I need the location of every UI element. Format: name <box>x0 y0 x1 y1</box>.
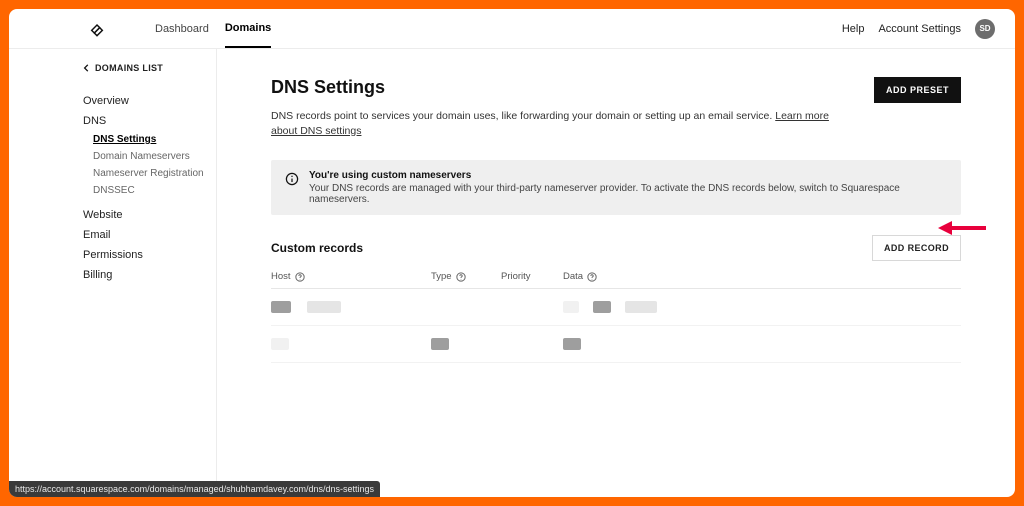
nav-account-settings[interactable]: Account Settings <box>878 23 961 35</box>
top-nav: Dashboard Domains Help Account Settings … <box>9 9 1015 49</box>
nav-help[interactable]: Help <box>842 23 865 35</box>
records-table: Host Type Priority Data <box>271 271 961 363</box>
notice-body: Your DNS records are managed with your t… <box>309 183 947 205</box>
desc-text: DNS records point to services your domai… <box>271 110 775 122</box>
back-to-domains-list[interactable]: DOMAINS LIST <box>83 63 216 73</box>
nav-domains[interactable]: Domains <box>225 9 271 48</box>
col-type-label: Type <box>431 271 452 282</box>
status-url-bar: https://account.squarespace.com/domains/… <box>9 481 380 497</box>
chevron-left-icon <box>83 64 91 72</box>
sidebar-group: Overview DNS DNS Settings Domain Nameser… <box>83 91 216 285</box>
sidebar-item-website[interactable]: Website <box>83 205 216 225</box>
col-host-label: Host <box>271 271 291 282</box>
sidebar-item-nameserver-registration[interactable]: Nameserver Registration <box>93 165 216 182</box>
help-icon[interactable] <box>587 272 597 282</box>
notice-title: You're using custom nameservers <box>309 170 947 181</box>
app-frame: Dashboard Domains Help Account Settings … <box>9 9 1015 497</box>
sidebar-subgroup-dns: DNS Settings Domain Nameservers Nameserv… <box>83 131 216 199</box>
page-title: DNS Settings <box>271 77 385 98</box>
col-host: Host <box>271 271 431 282</box>
annotation-arrow-icon <box>938 218 986 243</box>
col-data-label: Data <box>563 271 583 282</box>
page-description: DNS records point to services your domai… <box>271 109 831 138</box>
notice-text: You're using custom nameservers Your DNS… <box>309 170 947 205</box>
sidebar-item-domain-nameservers[interactable]: Domain Nameservers <box>93 148 216 165</box>
nav-dashboard[interactable]: Dashboard <box>155 9 209 48</box>
back-label: DOMAINS LIST <box>95 63 163 73</box>
nav-right: Help Account Settings SD <box>842 19 995 39</box>
col-priority-label: Priority <box>501 271 531 282</box>
sidebar-item-email[interactable]: Email <box>83 225 216 245</box>
records-table-head: Host Type Priority Data <box>271 271 961 289</box>
nav-left: Dashboard Domains <box>155 9 271 48</box>
info-icon <box>285 172 299 186</box>
table-row[interactable] <box>271 326 961 363</box>
sidebar-item-dns-settings[interactable]: DNS Settings <box>93 131 216 148</box>
logo-icon[interactable] <box>89 21 105 37</box>
table-row[interactable] <box>271 289 961 326</box>
col-priority: Priority <box>501 271 563 282</box>
help-icon[interactable] <box>456 272 466 282</box>
add-preset-button[interactable]: ADD PRESET <box>874 77 961 103</box>
sidebar-item-billing[interactable]: Billing <box>83 265 216 285</box>
sidebar-item-permissions[interactable]: Permissions <box>83 245 216 265</box>
custom-records-header: Custom records ADD RECORD <box>271 235 961 261</box>
col-data: Data <box>563 271 961 282</box>
main-content: DNS Settings ADD PRESET DNS records poin… <box>217 49 1015 497</box>
custom-records-title: Custom records <box>271 241 363 255</box>
custom-nameservers-notice: You're using custom nameservers Your DNS… <box>271 160 961 215</box>
sidebar: DOMAINS LIST Overview DNS DNS Settings D… <box>9 49 217 497</box>
avatar[interactable]: SD <box>975 19 995 39</box>
col-type: Type <box>431 271 501 282</box>
sidebar-item-dnssec[interactable]: DNSSEC <box>93 182 216 199</box>
sidebar-item-dns[interactable]: DNS <box>83 111 216 131</box>
sidebar-item-overview[interactable]: Overview <box>83 91 216 111</box>
help-icon[interactable] <box>295 272 305 282</box>
title-row: DNS Settings ADD PRESET <box>271 77 961 103</box>
body: DOMAINS LIST Overview DNS DNS Settings D… <box>9 49 1015 497</box>
